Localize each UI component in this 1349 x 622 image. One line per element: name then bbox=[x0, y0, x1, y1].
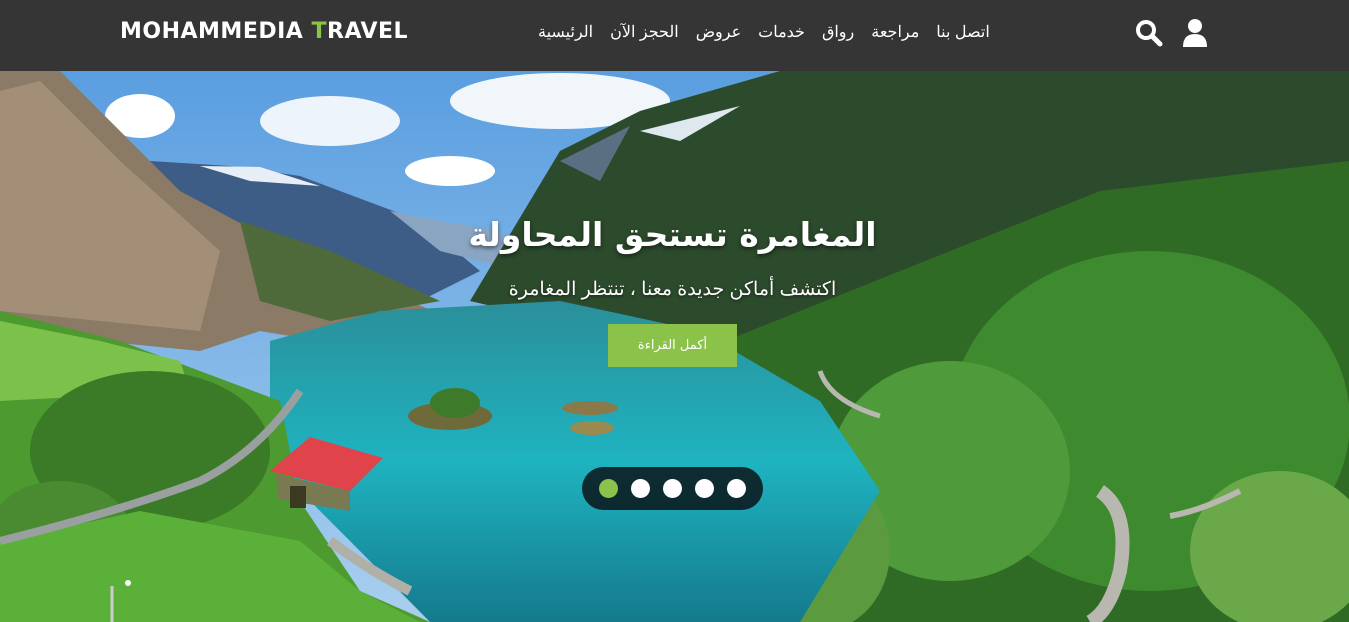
slider-dot-1[interactable] bbox=[599, 479, 618, 498]
nav-menu: الرئيسية الحجز الآن عروض خدمات رواق مراج… bbox=[538, 22, 1008, 42]
slider-dot-4[interactable] bbox=[695, 479, 714, 498]
slider-dot-3[interactable] bbox=[663, 479, 682, 498]
slider-dot-2[interactable] bbox=[631, 479, 650, 498]
hero-title: المغامرة تستحق المحاولة bbox=[468, 215, 877, 254]
brand-part2: RAVEL bbox=[327, 19, 409, 44]
brand-accent-letter: T bbox=[311, 19, 327, 44]
nav-item-home[interactable]: الرئيسية bbox=[538, 22, 593, 42]
brand-part1: MOHAMMEDIA bbox=[120, 19, 312, 44]
slider-dot-5[interactable] bbox=[727, 479, 746, 498]
read-more-button[interactable]: أكمل القراءة bbox=[608, 324, 737, 367]
user-icon[interactable] bbox=[1181, 18, 1209, 48]
nav-item-offers[interactable]: عروض bbox=[696, 22, 741, 42]
navbar: MOHAMMEDIA TRAVEL الرئيسية الحجز الآن عر… bbox=[0, 0, 1349, 71]
hero-subtitle: اكتشف أماكن جديدة معنا ، تنتظر المغامرة bbox=[508, 279, 837, 300]
nav-item-gallery[interactable]: رواق bbox=[822, 22, 854, 42]
search-icon[interactable] bbox=[1135, 18, 1163, 48]
nav-item-book-now[interactable]: الحجز الآن bbox=[610, 22, 679, 42]
nav-item-contact[interactable]: اتصل بنا bbox=[936, 22, 990, 42]
nav-item-review[interactable]: مراجعة bbox=[871, 22, 919, 42]
slider-pagination bbox=[582, 467, 763, 510]
hero-banner: المغامرة تستحق المحاولة اكتشف أماكن جديد… bbox=[0, 71, 1349, 622]
brand-logo[interactable]: MOHAMMEDIA TRAVEL bbox=[120, 19, 408, 44]
nav-item-services[interactable]: خدمات bbox=[758, 22, 805, 42]
